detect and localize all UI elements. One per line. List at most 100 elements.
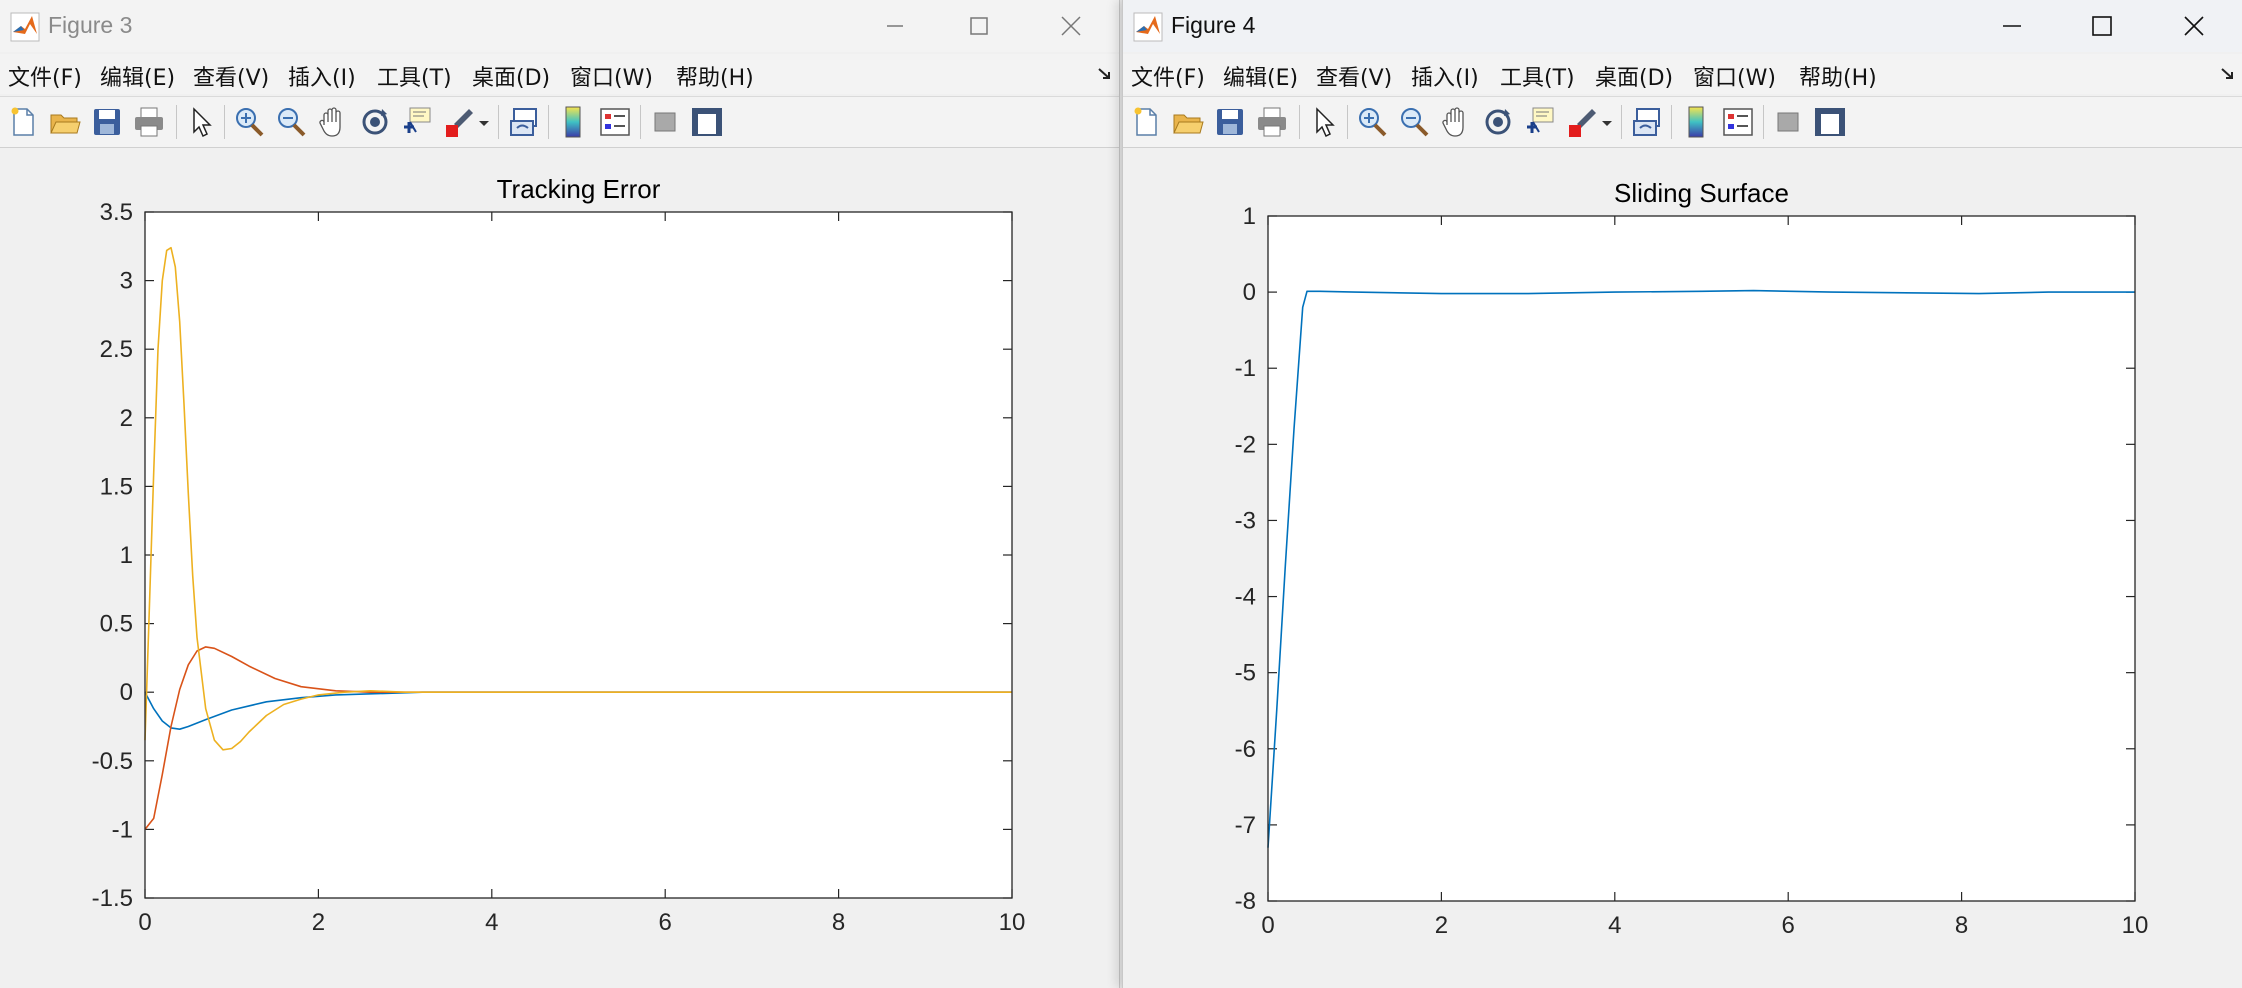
rotate-3d-icon[interactable] (358, 105, 392, 139)
x-tick-label: 0 (1261, 912, 1274, 939)
minimize-button[interactable] (868, 6, 922, 46)
menu-help[interactable]: 帮助(H) (1799, 60, 1877, 92)
menu-desktop[interactable]: 桌面(D) (1595, 60, 1673, 92)
brush-icon[interactable] (442, 105, 476, 139)
close-icon (2184, 16, 2204, 36)
close-button[interactable] (2167, 6, 2221, 46)
toolbar-separator (1347, 105, 1348, 139)
menu-tools[interactable]: 工具(T) (1500, 60, 1575, 92)
toolbar-separator (1621, 105, 1622, 139)
x-tick-label: 0 (138, 909, 151, 936)
maximize-button[interactable] (2075, 6, 2129, 46)
close-icon (1061, 16, 1081, 36)
save-icon[interactable] (1213, 105, 1247, 139)
menu-bar: 文件(F) 编辑(E) 查看(V) 插入(I) 工具(T) 桌面(D) 窗口(W… (1123, 54, 2242, 94)
insert-legend-icon[interactable] (598, 105, 632, 139)
close-button[interactable] (1044, 6, 1098, 46)
menu-file[interactable]: 文件(F) (8, 60, 82, 92)
menu-file[interactable]: 文件(F) (1131, 60, 1205, 92)
zoom-in-icon[interactable] (232, 105, 266, 139)
y-tick-label: 3 (120, 268, 133, 295)
menu-help[interactable]: 帮助(H) (676, 60, 754, 92)
pan-hand-icon[interactable] (1439, 105, 1473, 139)
open-file-icon[interactable] (1171, 105, 1205, 139)
menu-edit[interactable]: 编辑(E) (100, 60, 175, 92)
menu-window[interactable]: 窗口(W) (1693, 60, 1776, 92)
x-tick-label: 10 (2122, 912, 2149, 939)
x-tick-label: 2 (1435, 912, 1448, 939)
open-file-icon[interactable] (48, 105, 82, 139)
y-tick-label: 0 (120, 679, 133, 706)
brush-dropdown-icon[interactable] (476, 105, 492, 139)
zoom-in-icon[interactable] (1355, 105, 1389, 139)
zoom-out-icon[interactable] (1397, 105, 1431, 139)
edit-plot-arrow-icon[interactable] (184, 105, 218, 139)
matlab-logo-icon (10, 12, 40, 42)
menu-tools[interactable]: 工具(T) (377, 60, 452, 92)
save-icon[interactable] (90, 105, 124, 139)
menu-insert[interactable]: 插入(I) (288, 60, 356, 92)
y-tick-label: -7 (1235, 812, 1256, 839)
rotate-3d-icon[interactable] (1481, 105, 1515, 139)
y-tick-label: -8 (1235, 888, 1256, 915)
y-tick-label: -1.5 (92, 885, 133, 912)
figure-canvas: Sliding Surface 0 2 4 6 8 10 1 0 -1 -2 -3 -4 -5 -6 -7 -8 (1123, 148, 2242, 988)
y-tick-label: 3.5 (100, 199, 133, 226)
print-icon[interactable] (132, 105, 166, 139)
menu-view[interactable]: 查看(V) (193, 60, 269, 92)
figure-canvas: Tracking Error 0 2 4 6 8 10 3.5 3 2.5 2 1.5 1 0.5 0 -0.… (0, 148, 1119, 988)
window-title: Figure 3 (48, 12, 133, 38)
plot-area (145, 212, 1012, 898)
menu-bar: 文件(F) 编辑(E) 查看(V) 插入(I) 工具(T) 桌面(D) 窗口(W… (0, 54, 1119, 94)
maximize-icon (2092, 16, 2112, 36)
dock-arrow-icon[interactable] (1097, 66, 1113, 82)
insert-legend-icon[interactable] (1721, 105, 1755, 139)
link-plot-icon[interactable] (1631, 105, 1665, 139)
edit-plot-arrow-icon[interactable] (1307, 105, 1341, 139)
print-icon[interactable] (1255, 105, 1289, 139)
y-tick-label: 0 (1243, 279, 1256, 306)
toolbar-separator (224, 105, 225, 139)
dock-arrow-icon[interactable] (2220, 66, 2236, 82)
menu-edit[interactable]: 编辑(E) (1223, 60, 1298, 92)
y-tick-label: 1.5 (100, 473, 133, 500)
x-tick-label: 6 (1782, 912, 1795, 939)
zoom-out-icon[interactable] (274, 105, 308, 139)
link-plot-icon[interactable] (508, 105, 542, 139)
toolbar-separator (498, 105, 499, 139)
y-tick-label: -1 (112, 816, 133, 843)
sliding-surface-axes[interactable]: Sliding Surface0 2 4 6 8 1010-1-2-3-4-5-6-7-8 (1123, 148, 2242, 988)
x-tick-label: 2 (312, 909, 325, 936)
minimize-icon (887, 25, 903, 27)
pan-hand-icon[interactable] (316, 105, 350, 139)
tracking-error-axes[interactable]: Tracking Error 0 2 4 6 8 10 3.5 3 2.5 2 1.5 1 0.5 0 -0.… (0, 148, 1119, 988)
y-tick-label: -3 (1235, 507, 1256, 534)
menu-desktop[interactable]: 桌面(D) (472, 60, 550, 92)
matlab-logo-icon (1133, 12, 1163, 42)
menu-window[interactable]: 窗口(W) (570, 60, 653, 92)
hide-plot-tools-icon[interactable] (648, 105, 682, 139)
new-figure-icon[interactable] (6, 105, 40, 139)
show-plot-tools-icon[interactable] (1813, 105, 1847, 139)
window-title: Figure 4 (1171, 12, 1256, 38)
y-tick-label: -6 (1235, 736, 1256, 763)
data-cursor-icon[interactable] (1523, 105, 1557, 139)
minimize-button[interactable] (1985, 6, 2039, 46)
minimize-icon (2003, 25, 2021, 27)
brush-dropdown-icon[interactable] (1599, 105, 1615, 139)
x-tick-label: 4 (485, 909, 498, 936)
menu-insert[interactable]: 插入(I) (1411, 60, 1479, 92)
figure-3-window: Figure 3 文件(F) 编辑(E) 查看(V) 插入(I) 工具(T) 桌… (0, 0, 1120, 988)
show-plot-tools-icon[interactable] (690, 105, 724, 139)
menu-view[interactable]: 查看(V) (1316, 60, 1392, 92)
chart-title: Tracking Error (497, 174, 661, 204)
brush-icon[interactable] (1565, 105, 1599, 139)
insert-colorbar-icon[interactable] (1679, 105, 1713, 139)
new-figure-icon[interactable] (1129, 105, 1163, 139)
maximize-button[interactable] (952, 6, 1006, 46)
hide-plot-tools-icon[interactable] (1771, 105, 1805, 139)
toolbar-separator (176, 105, 177, 139)
title-bar: Figure 3 (0, 0, 1119, 52)
insert-colorbar-icon[interactable] (556, 105, 590, 139)
data-cursor-icon[interactable] (400, 105, 434, 139)
